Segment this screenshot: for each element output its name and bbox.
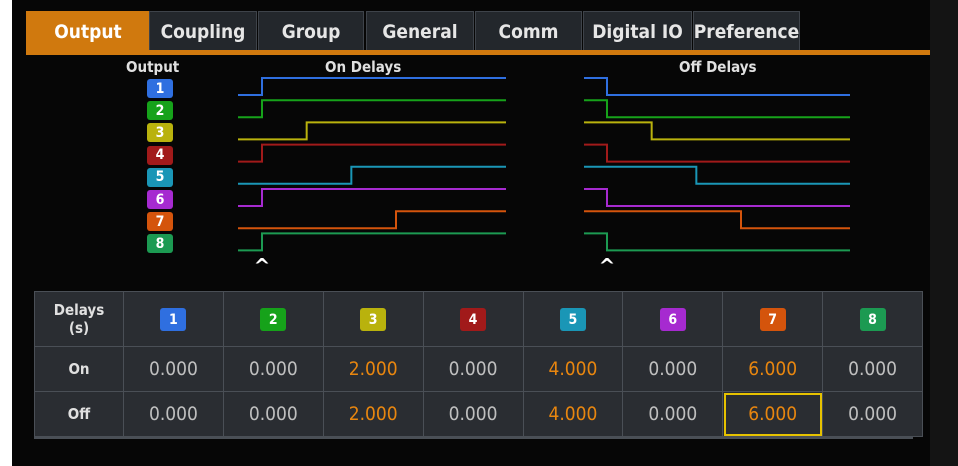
on-delay-trace-3 bbox=[238, 121, 506, 141]
off-delay-trace-2 bbox=[584, 99, 850, 119]
off-delay-trace-6 bbox=[584, 188, 850, 207]
on-delay-cell-5[interactable]: 4.000 bbox=[522, 346, 624, 392]
off-delay-cell-2[interactable]: 0.000 bbox=[222, 391, 324, 437]
off-delay-cell-6[interactable]: 0.000 bbox=[622, 391, 724, 437]
off-delay-cell-5[interactable]: 4.000 bbox=[522, 391, 624, 437]
channel-badge-8: 8 bbox=[859, 308, 886, 332]
off-delay-cell-7[interactable]: 6.000 bbox=[722, 391, 824, 437]
instrument-screen: Output Coupling Group General Comm Digital IO… bbox=[12, 0, 930, 466]
channel-header-7: 7 bbox=[722, 291, 824, 347]
off-delay-trace-8 bbox=[584, 232, 850, 252]
channel-header-2: 2 bbox=[222, 291, 324, 347]
on-delay-cell-7[interactable]: 6.000 bbox=[722, 346, 824, 392]
right-bezel bbox=[930, 0, 958, 466]
on-delay-cell-6[interactable]: 0.000 bbox=[622, 346, 724, 392]
channel-header-1: 1 bbox=[123, 291, 224, 347]
on-start-marker: ^ bbox=[254, 254, 271, 278]
channel-badge-7: 7 bbox=[759, 308, 786, 332]
off-delay-trace-7 bbox=[584, 210, 850, 230]
channel-badge-4: 4 bbox=[460, 308, 487, 332]
channel-badge-1: 1 bbox=[160, 308, 187, 332]
delays-header-cell: Delays (s) bbox=[34, 291, 124, 347]
channel-badge-6: 6 bbox=[659, 308, 686, 332]
on-delay-cell-8[interactable]: 0.000 bbox=[822, 346, 923, 392]
channel-header-4: 4 bbox=[422, 291, 524, 347]
off-delay-trace-3 bbox=[584, 121, 850, 141]
on-delay-cell-2[interactable]: 0.000 bbox=[222, 346, 324, 392]
channel-header-6: 6 bbox=[622, 291, 724, 347]
off-delay-trace-1 bbox=[584, 77, 850, 96]
table-bottom-border bbox=[34, 436, 913, 439]
off-delay-trace-5 bbox=[584, 165, 850, 185]
channel-badge-5: 5 bbox=[559, 308, 586, 332]
off-delay-cell-3[interactable]: 2.000 bbox=[322, 391, 424, 437]
on-delay-trace-2 bbox=[238, 99, 506, 119]
timing-diagram: ^ ^ bbox=[238, 77, 850, 278]
on-delay-trace-7 bbox=[238, 210, 506, 230]
off-delay-cell-4[interactable]: 0.000 bbox=[422, 391, 524, 437]
on-delay-trace-1 bbox=[238, 77, 506, 96]
off-delay-trace-4 bbox=[584, 143, 850, 163]
off-start-marker: ^ bbox=[599, 254, 616, 278]
delays-units-label: (s) bbox=[68, 319, 90, 337]
channel-header-8: 8 bbox=[822, 291, 923, 347]
on-delay-trace-4 bbox=[238, 143, 506, 163]
channel-header-5: 5 bbox=[522, 291, 624, 347]
channel-badge-2: 2 bbox=[260, 308, 287, 332]
on-delay-cell-1[interactable]: 0.000 bbox=[123, 346, 224, 392]
channel-header-3: 3 bbox=[322, 291, 424, 347]
delays-header-label: Delays bbox=[53, 301, 105, 319]
off-row-label: Off bbox=[34, 391, 124, 437]
channel-badge-3: 3 bbox=[360, 308, 387, 332]
on-delay-cell-3[interactable]: 2.000 bbox=[322, 346, 424, 392]
on-delay-cell-4[interactable]: 0.000 bbox=[422, 346, 524, 392]
on-delay-trace-6 bbox=[238, 188, 506, 207]
on-delay-trace-5 bbox=[238, 165, 506, 185]
delays-table: Delays (s) 12345678 On 0.000 0.000 2.000 0.… bbox=[34, 291, 923, 437]
off-delay-cell-1[interactable]: 0.000 bbox=[123, 391, 224, 437]
off-delay-cell-8[interactable]: 0.000 bbox=[822, 391, 923, 437]
on-row-label: On bbox=[34, 346, 124, 392]
on-delay-trace-8 bbox=[238, 232, 506, 252]
